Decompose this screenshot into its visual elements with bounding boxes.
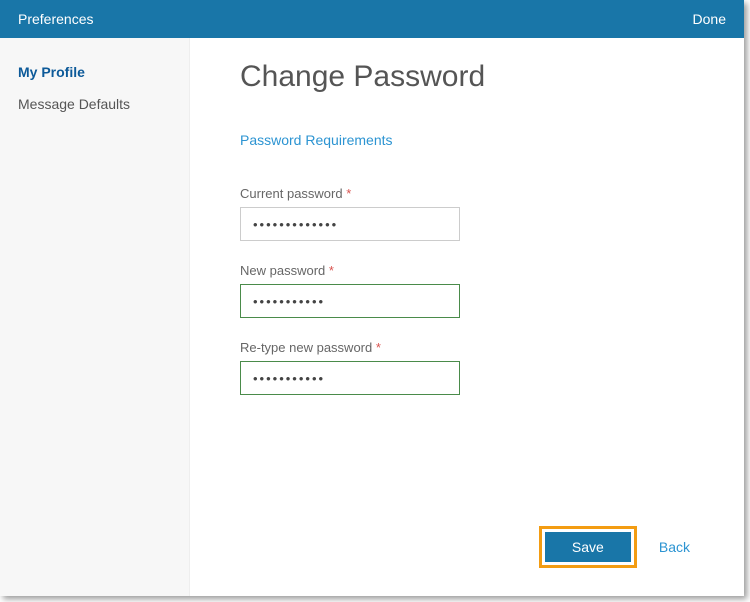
- header-bar: Preferences Done: [0, 0, 744, 38]
- footer-actions: Save Back: [240, 506, 694, 596]
- current-password-input[interactable]: [240, 207, 460, 241]
- sidebar-item-label: My Profile: [18, 64, 85, 80]
- back-button[interactable]: Back: [655, 533, 694, 561]
- current-password-group: Current password *: [240, 186, 694, 241]
- password-requirements-link[interactable]: Password Requirements: [240, 132, 694, 148]
- label-text: Re-type new password: [240, 340, 372, 355]
- preferences-window: Preferences Done My Profile Message Defa…: [0, 0, 744, 596]
- required-star: *: [346, 186, 351, 201]
- page-title: Change Password: [240, 60, 694, 94]
- current-password-label: Current password *: [240, 186, 694, 201]
- sidebar-item-message-defaults[interactable]: Message Defaults: [0, 88, 189, 120]
- sidebar-item-label: Message Defaults: [18, 96, 130, 112]
- new-password-group: New password *: [240, 263, 694, 318]
- body: My Profile Message Defaults Change Passw…: [0, 38, 744, 596]
- retype-password-group: Re-type new password *: [240, 340, 694, 395]
- save-button[interactable]: Save: [545, 532, 631, 562]
- required-star: *: [329, 263, 334, 278]
- save-button-highlight: Save: [539, 526, 637, 568]
- new-password-input[interactable]: [240, 284, 460, 318]
- header-title: Preferences: [18, 11, 93, 27]
- main-panel: Change Password Password Requirements Cu…: [190, 38, 744, 596]
- done-button[interactable]: Done: [693, 11, 726, 27]
- retype-password-input[interactable]: [240, 361, 460, 395]
- sidebar-item-my-profile[interactable]: My Profile: [0, 56, 189, 88]
- label-text: New password: [240, 263, 325, 278]
- retype-password-label: Re-type new password *: [240, 340, 694, 355]
- label-text: Current password: [240, 186, 343, 201]
- required-star: *: [376, 340, 381, 355]
- new-password-label: New password *: [240, 263, 694, 278]
- sidebar: My Profile Message Defaults: [0, 38, 190, 596]
